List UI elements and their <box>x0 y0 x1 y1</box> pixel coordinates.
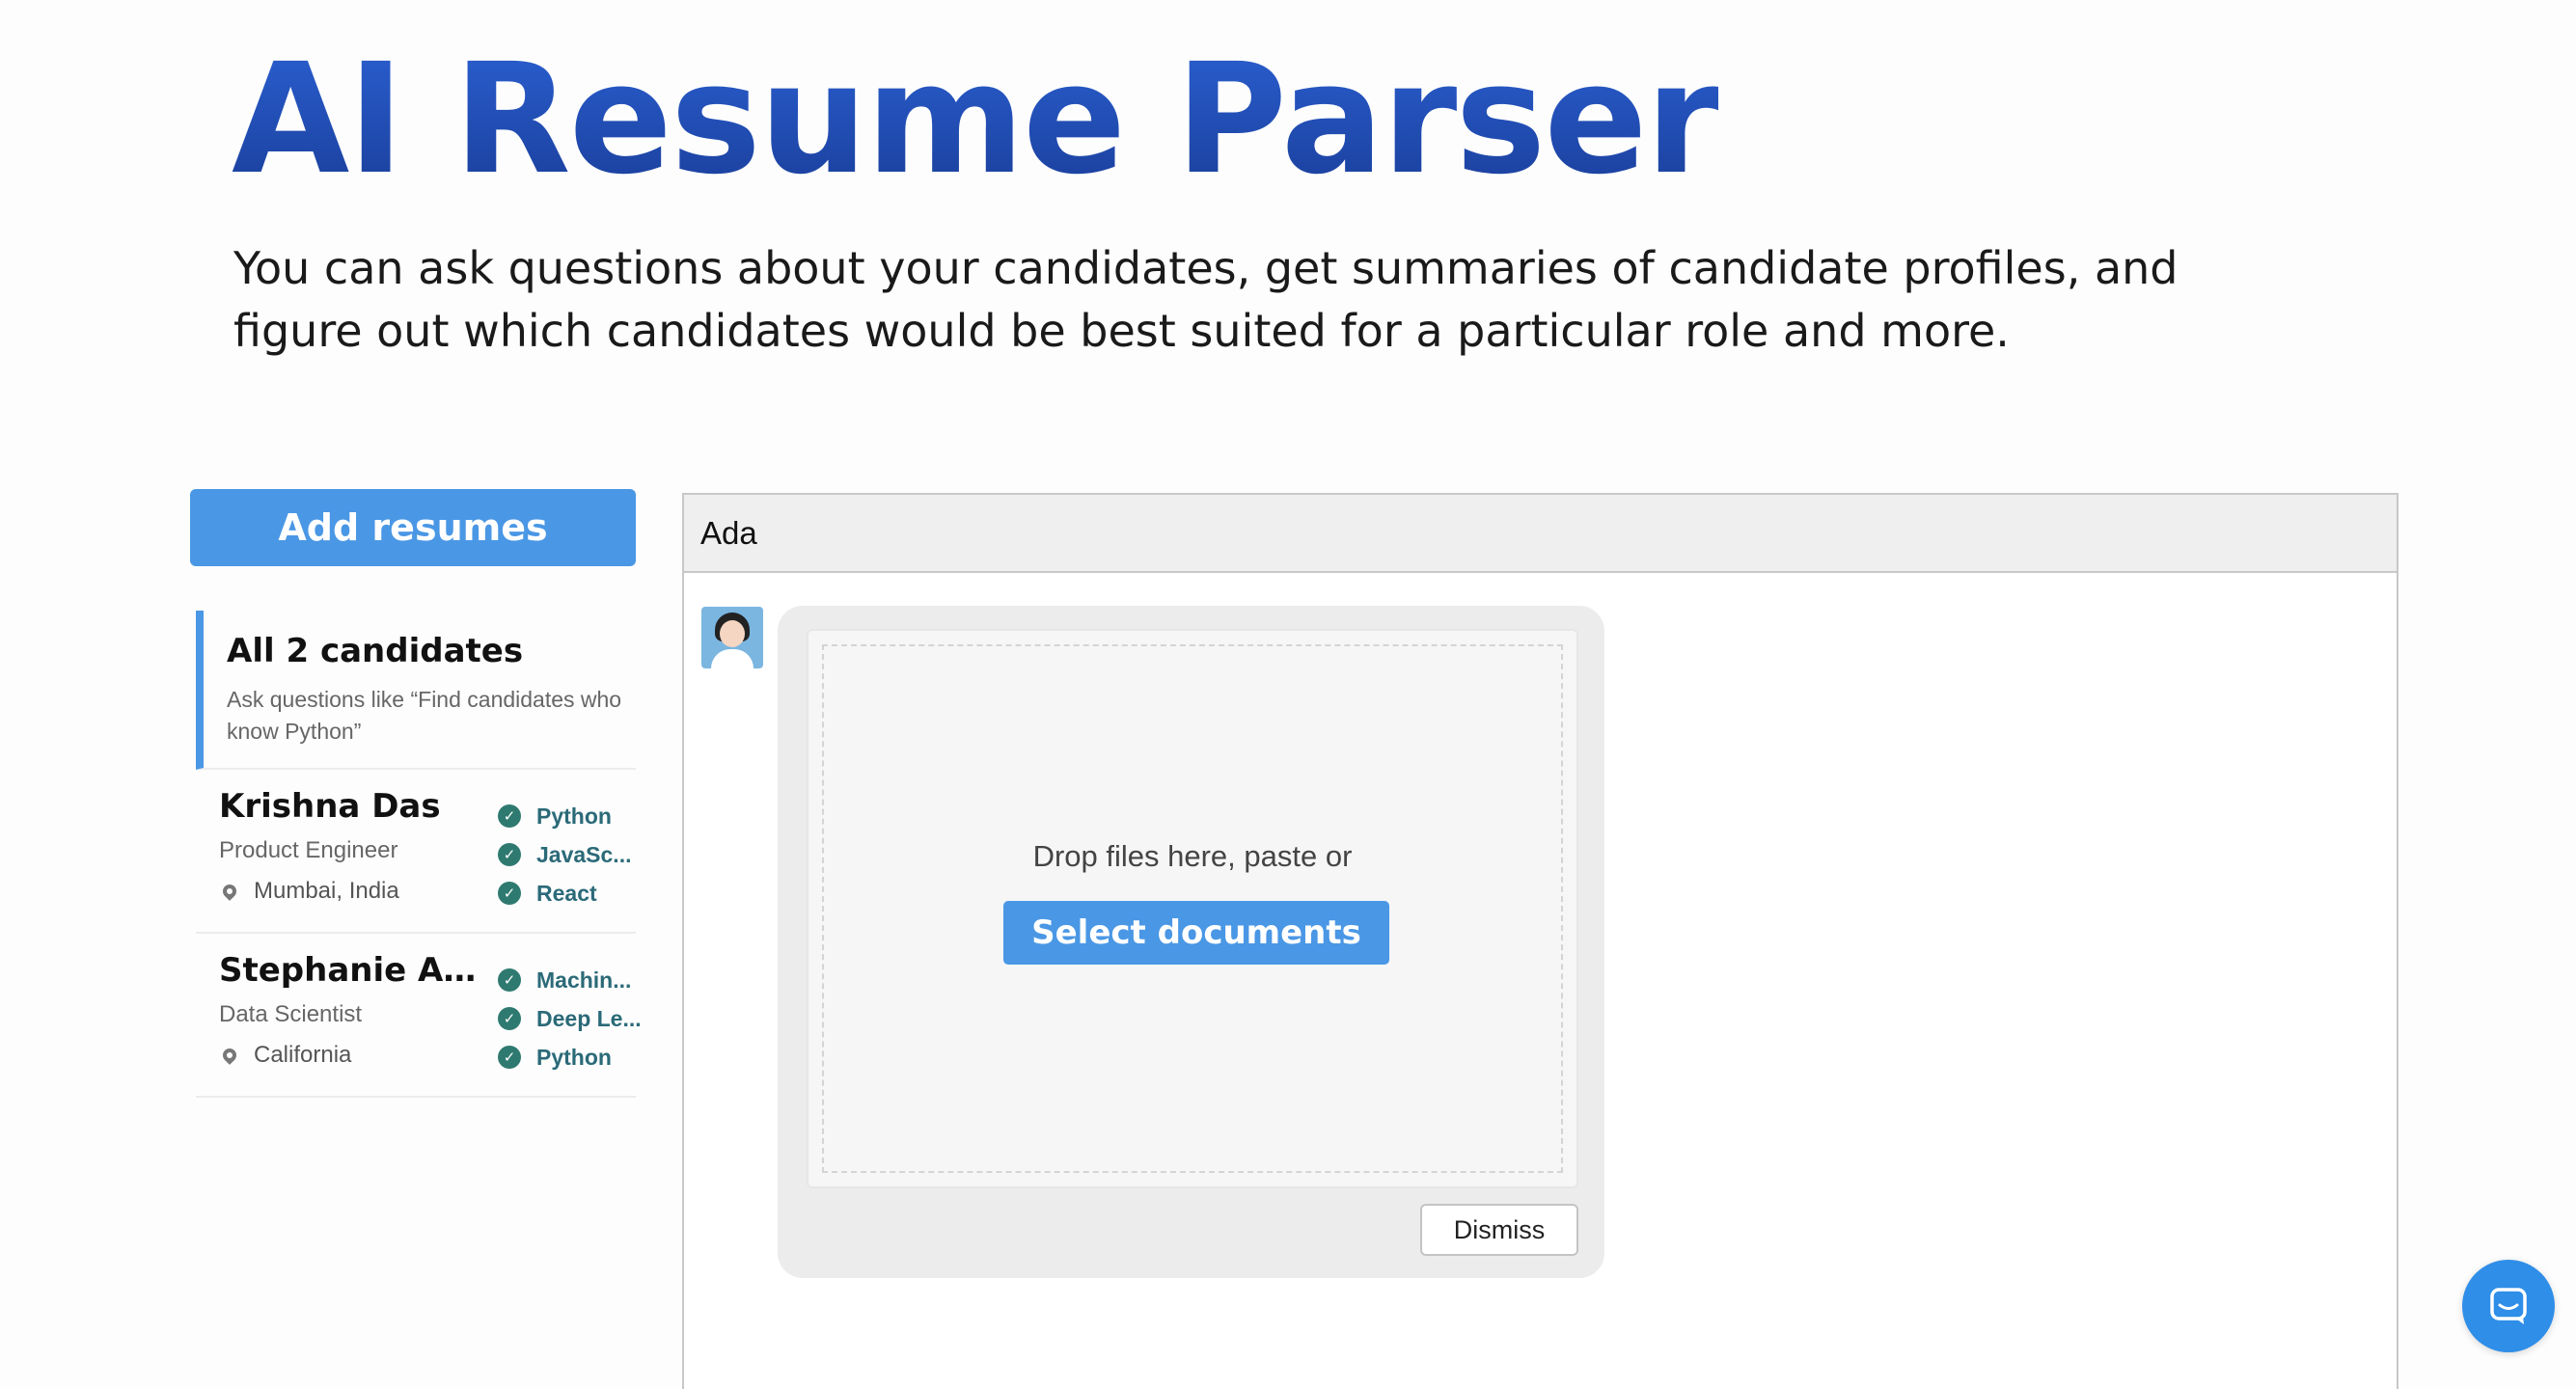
all-candidates-item[interactable]: All 2 candidates Ask questions like “Fin… <box>196 611 636 770</box>
check-circle-icon: ✓ <box>498 843 521 866</box>
assistant-avatar <box>701 607 763 668</box>
check-circle-icon: ✓ <box>498 882 521 905</box>
check-circle-icon: ✓ <box>498 804 521 828</box>
all-candidates-hint: Ask questions like “Find candidates who … <box>227 687 622 744</box>
drop-zone-text: Drop files here, paste or <box>1032 839 1353 873</box>
candidate-location: California <box>219 1042 351 1069</box>
add-resumes-button[interactable]: Add resumes <box>190 489 636 566</box>
candidate-role: Data Scientist <box>219 1001 363 1027</box>
skill-item: ✓ Deep Le... <box>498 999 652 1038</box>
map-pin-icon <box>220 1046 239 1065</box>
chat-bubble-icon <box>2490 1288 2527 1324</box>
chat-header-title: Ada <box>700 514 757 551</box>
page-subtitle: You can ask questions about your candida… <box>233 242 2179 357</box>
skill-label: React <box>536 880 597 906</box>
check-circle-icon: ✓ <box>498 1007 521 1030</box>
chat-launcher-button[interactable] <box>2462 1260 2555 1352</box>
skill-item: ✓ Python <box>498 1038 652 1076</box>
skill-label: JavaSc... <box>536 841 632 867</box>
candidate-item[interactable]: Stephanie Ar... Data Scientist Californi… <box>196 934 642 1098</box>
check-circle-icon: ✓ <box>498 1046 521 1069</box>
check-circle-icon: ✓ <box>498 968 521 992</box>
skill-item: ✓ React <box>498 874 652 912</box>
dismiss-button[interactable]: Dismiss <box>1420 1204 1578 1256</box>
select-documents-button[interactable]: Select documents <box>1003 901 1389 965</box>
skill-label: Deep Le... <box>536 1005 642 1031</box>
skill-item: ✓ Machin... <box>498 961 652 999</box>
candidate-skills: ✓ Python ✓ JavaSc... ✓ React <box>498 797 652 912</box>
avatar-face <box>720 620 745 647</box>
chat-panel: Ada Drop files here, paste or Select doc… <box>682 493 2398 1389</box>
skill-label: Python <box>536 803 612 829</box>
candidate-skills: ✓ Machin... ✓ Deep Le... ✓ Python <box>498 961 652 1076</box>
candidate-sidebar: All 2 candidates Ask questions like “Fin… <box>196 611 642 1098</box>
avatar-body <box>711 649 754 668</box>
candidate-role: Product Engineer <box>219 837 398 863</box>
file-drop-zone[interactable]: Drop files here, paste or Select documen… <box>807 629 1578 1188</box>
chat-header: Ada <box>684 495 2397 573</box>
candidate-location-text: California <box>254 1042 352 1068</box>
skill-label: Python <box>536 1044 612 1070</box>
all-candidates-title: All 2 candidates <box>227 632 524 670</box>
drop-zone-border: Drop files here, paste or Select documen… <box>822 644 1563 1173</box>
skill-item: ✓ Python <box>498 797 652 835</box>
page-title: AI Resume Parser <box>232 31 1720 208</box>
candidate-location-text: Mumbai, India <box>254 878 399 904</box>
candidate-location: Mumbai, India <box>219 878 399 905</box>
candidate-item[interactable]: Krishna Das Product Engineer Mumbai, Ind… <box>196 770 636 934</box>
candidate-name: Krishna Das <box>219 787 441 826</box>
upload-message-bubble: Drop files here, paste or Select documen… <box>778 606 1604 1278</box>
skill-item: ✓ JavaSc... <box>498 835 652 874</box>
map-pin-icon <box>220 882 239 901</box>
skill-label: Machin... <box>536 967 632 993</box>
candidate-name: Stephanie Ar... <box>219 951 480 990</box>
